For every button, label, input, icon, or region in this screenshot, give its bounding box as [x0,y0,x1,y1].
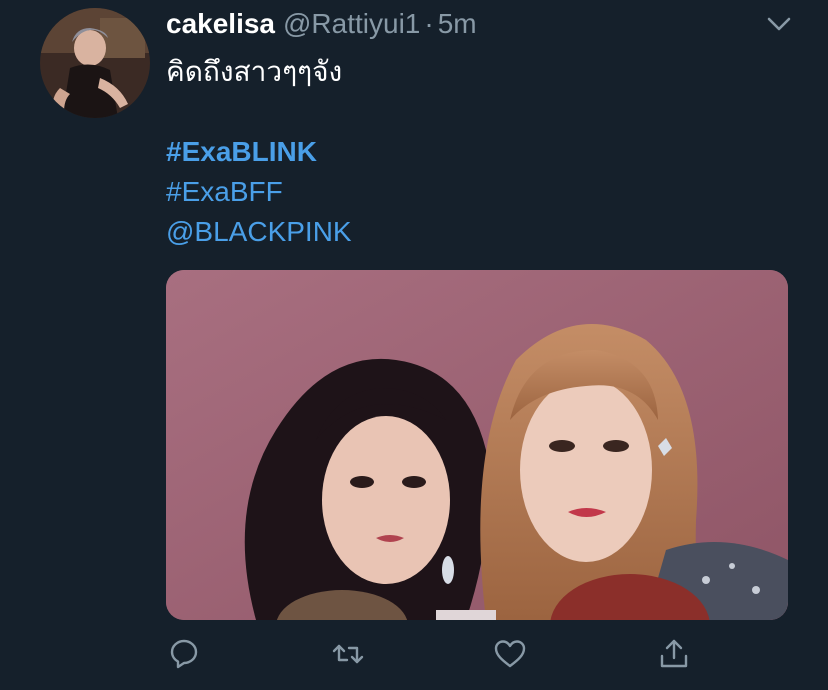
heart-icon[interactable] [492,636,528,672]
media-photo[interactable] [166,270,788,620]
tweet-text: คิดถึงสาวๆๆจัง #ExaBLINK #ExaBFF @BLACKP… [166,52,352,252]
hashtag-link[interactable]: #ExaBFF [166,172,352,212]
tweet[interactable]: cakelisa @Rattiyui1 · 5m คิดถึงสาวๆๆจัง … [0,0,828,690]
tweet-text-line: คิดถึงสาวๆๆจัง [166,56,343,87]
separator-dot: · [424,8,434,39]
user-handle[interactable]: @Rattiyui1 [283,8,420,40]
avatar[interactable] [40,8,150,118]
share-icon[interactable] [656,636,692,672]
reply-icon[interactable] [166,636,202,672]
timestamp[interactable]: 5m [438,8,477,40]
tweet-actions [166,636,706,676]
hashtag-link[interactable]: #ExaBLINK [166,132,352,172]
display-name[interactable]: cakelisa [166,8,275,40]
retweet-icon[interactable] [330,636,366,672]
tweet-header: cakelisa @Rattiyui1 · 5m [166,6,477,42]
mention-link[interactable]: @BLACKPINK [166,212,352,252]
chevron-down-icon[interactable] [764,12,794,36]
